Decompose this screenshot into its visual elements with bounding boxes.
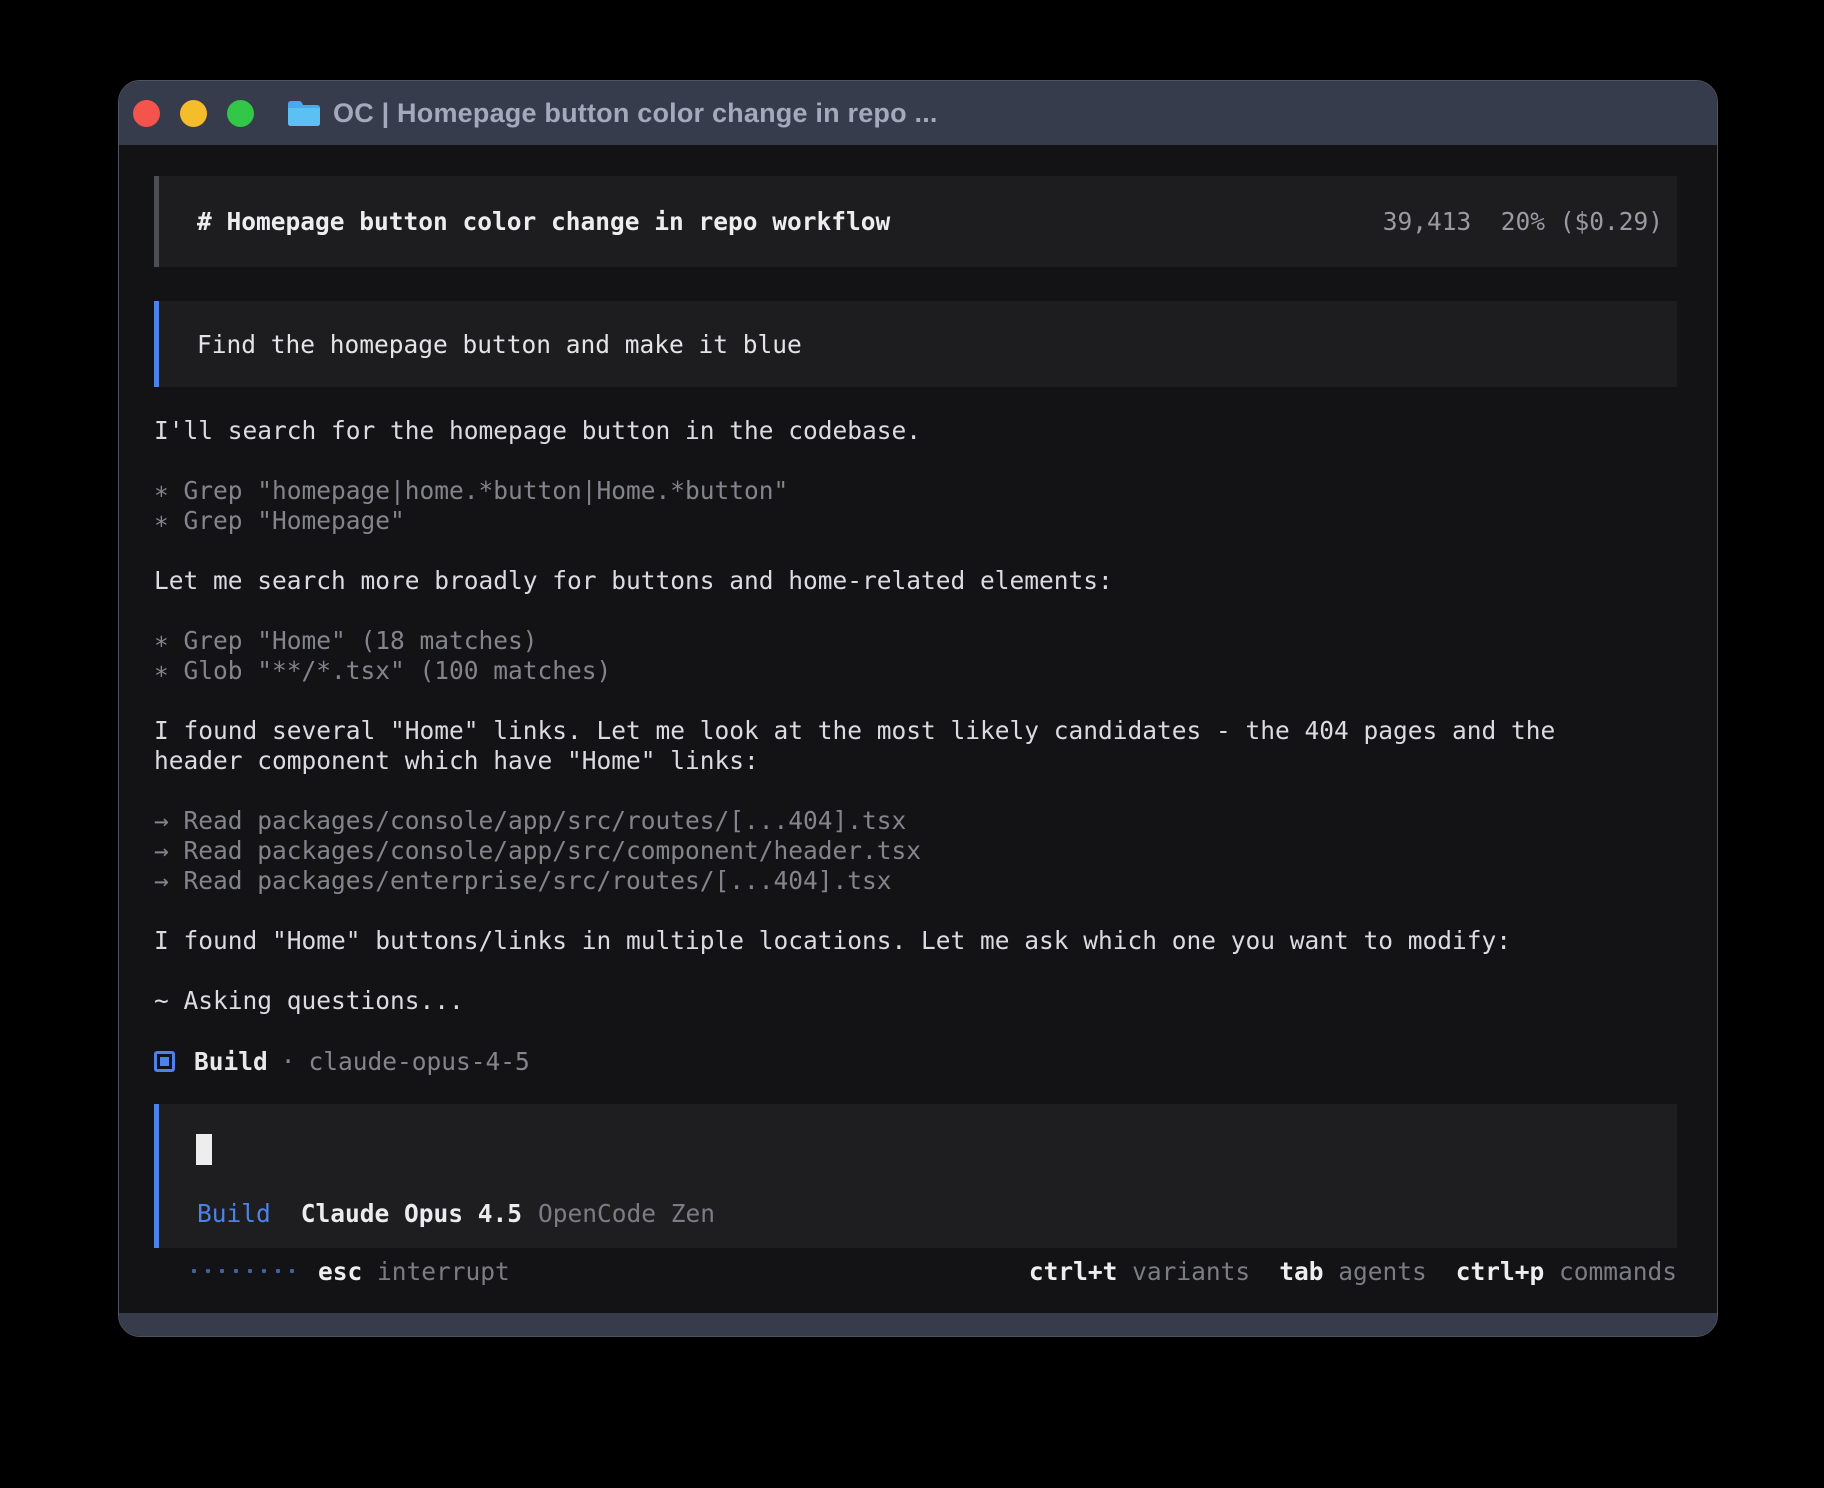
assistant-text-line: I found "Home" buttons/links in multiple… [154,926,1677,956]
keyboard-hint-variants: ctrl+t variants [1029,1257,1250,1286]
context-cost: 20% ($0.29) [1501,207,1663,236]
hint-key: tab [1279,1257,1323,1286]
tool-call-group: ∗ Grep "homepage|home.*button|Home.*butt… [154,476,1677,536]
text-cursor [196,1134,212,1165]
tool-call-line: → Read packages/console/app/src/componen… [154,836,1677,866]
minimize-button-icon[interactable] [180,100,207,127]
tool-call-line: ∗ Grep "homepage|home.*button|Home.*butt… [154,476,1677,506]
input-provider-label: OpenCode Zen [538,1199,715,1228]
hint-key: ctrl+t [1029,1257,1118,1286]
assistant-text-group: I'll search for the homepage button in t… [154,416,1677,446]
user-message-text: Find the homepage button and make it blu… [197,330,802,359]
agent-status-row: Build · claude-opus-4-5 [154,1046,1677,1076]
traffic-lights [133,100,254,127]
window-bottom-strip [119,1313,1717,1336]
tool-call-line: ∗ Grep "Homepage" [154,506,1677,536]
assistant-text-line: header component which have "Home" links… [154,746,1677,776]
hint-label: interrupt [362,1257,510,1286]
right-hints: ctrl+t variants tab agents ctrl+p commands [1029,1257,1677,1286]
session-token-stats: 39,413 20% ($0.29) [1265,178,1663,265]
input-model-label[interactable]: Claude Opus 4.5 [301,1199,522,1228]
agent-name: Build [194,1047,268,1076]
close-button-icon[interactable] [133,100,160,127]
spinner-dots-icon [192,1269,294,1273]
tool-call-line: → Read packages/console/app/src/routes/[… [154,806,1677,836]
assistant-text-line: Let me search more broadly for buttons a… [154,566,1677,596]
spinner-dot-icon [192,1269,196,1273]
tool-call-group: ∗ Grep "Home" (18 matches)∗ Glob "**/*.t… [154,626,1677,686]
assistant-text-line: ~ Asking questions... [154,986,1677,1016]
window-title: OC | Homepage button color change in rep… [333,98,938,129]
spinner-dot-icon [276,1269,280,1273]
assistant-text-line: I found several "Home" links. Let me loo… [154,716,1677,746]
user-message: Find the homepage button and make it blu… [154,301,1677,387]
spinner-dot-icon [234,1269,238,1273]
keyboard-hint-agents: tab agents [1279,1257,1427,1286]
left-hints: esc interrupt [294,1257,510,1286]
hint-label: commands [1544,1257,1677,1286]
tool-call-line: ∗ Grep "Home" (18 matches) [154,626,1677,656]
agent-build-icon [154,1051,175,1072]
prompt-input[interactable]: Build Claude Opus 4.5 OpenCode Zen [154,1104,1677,1248]
assistant-text-group: ~ Asking questions... [154,986,1677,1016]
spinner-dot-icon [248,1269,252,1273]
hint-label: variants [1117,1257,1250,1286]
terminal-content: # Homepage button color change in repo w… [119,145,1717,1313]
assistant-text-group: I found "Home" buttons/links in multiple… [154,926,1677,956]
transcript: I'll search for the homepage button in t… [154,416,1677,1016]
assistant-text-line: I'll search for the homepage button in t… [154,416,1677,446]
terminal-window: OC | Homepage button color change in rep… [118,80,1718,1337]
folder-icon [287,99,321,127]
keyboard-hint-interrupt: esc interrupt [318,1257,510,1286]
session-header: # Homepage button color change in repo w… [154,176,1677,267]
tool-call-line: ∗ Glob "**/*.tsx" (100 matches) [154,656,1677,686]
zoom-button-icon[interactable] [227,100,254,127]
session-title: # Homepage button color change in repo w… [197,207,890,236]
assistant-text-group: Let me search more broadly for buttons a… [154,566,1677,596]
tool-call-group: → Read packages/console/app/src/routes/[… [154,806,1677,896]
hint-key: esc [318,1257,362,1286]
spinner-dot-icon [262,1269,266,1273]
agent-separator: · [281,1047,296,1076]
hint-label: agents [1323,1257,1426,1286]
spinner-dot-icon [220,1269,224,1273]
window-titlebar[interactable]: OC | Homepage button color change in rep… [119,81,1717,145]
status-bar: esc interrupt ctrl+t variantstab agentsc… [154,1256,1677,1286]
agent-model: claude-opus-4-5 [309,1047,530,1076]
assistant-text-group: I found several "Home" links. Let me loo… [154,716,1677,776]
hint-key: ctrl+p [1456,1257,1545,1286]
status-left: esc interrupt [154,1257,510,1286]
input-agent-label[interactable]: Build [197,1199,271,1228]
keyboard-hint-commands: ctrl+p commands [1456,1257,1677,1286]
tool-call-line: → Read packages/enterprise/src/routes/[.… [154,866,1677,896]
input-meta: Build Claude Opus 4.5 OpenCode Zen [197,1199,715,1228]
spinner-dot-icon [206,1269,210,1273]
token-count: 39,413 [1383,207,1472,236]
